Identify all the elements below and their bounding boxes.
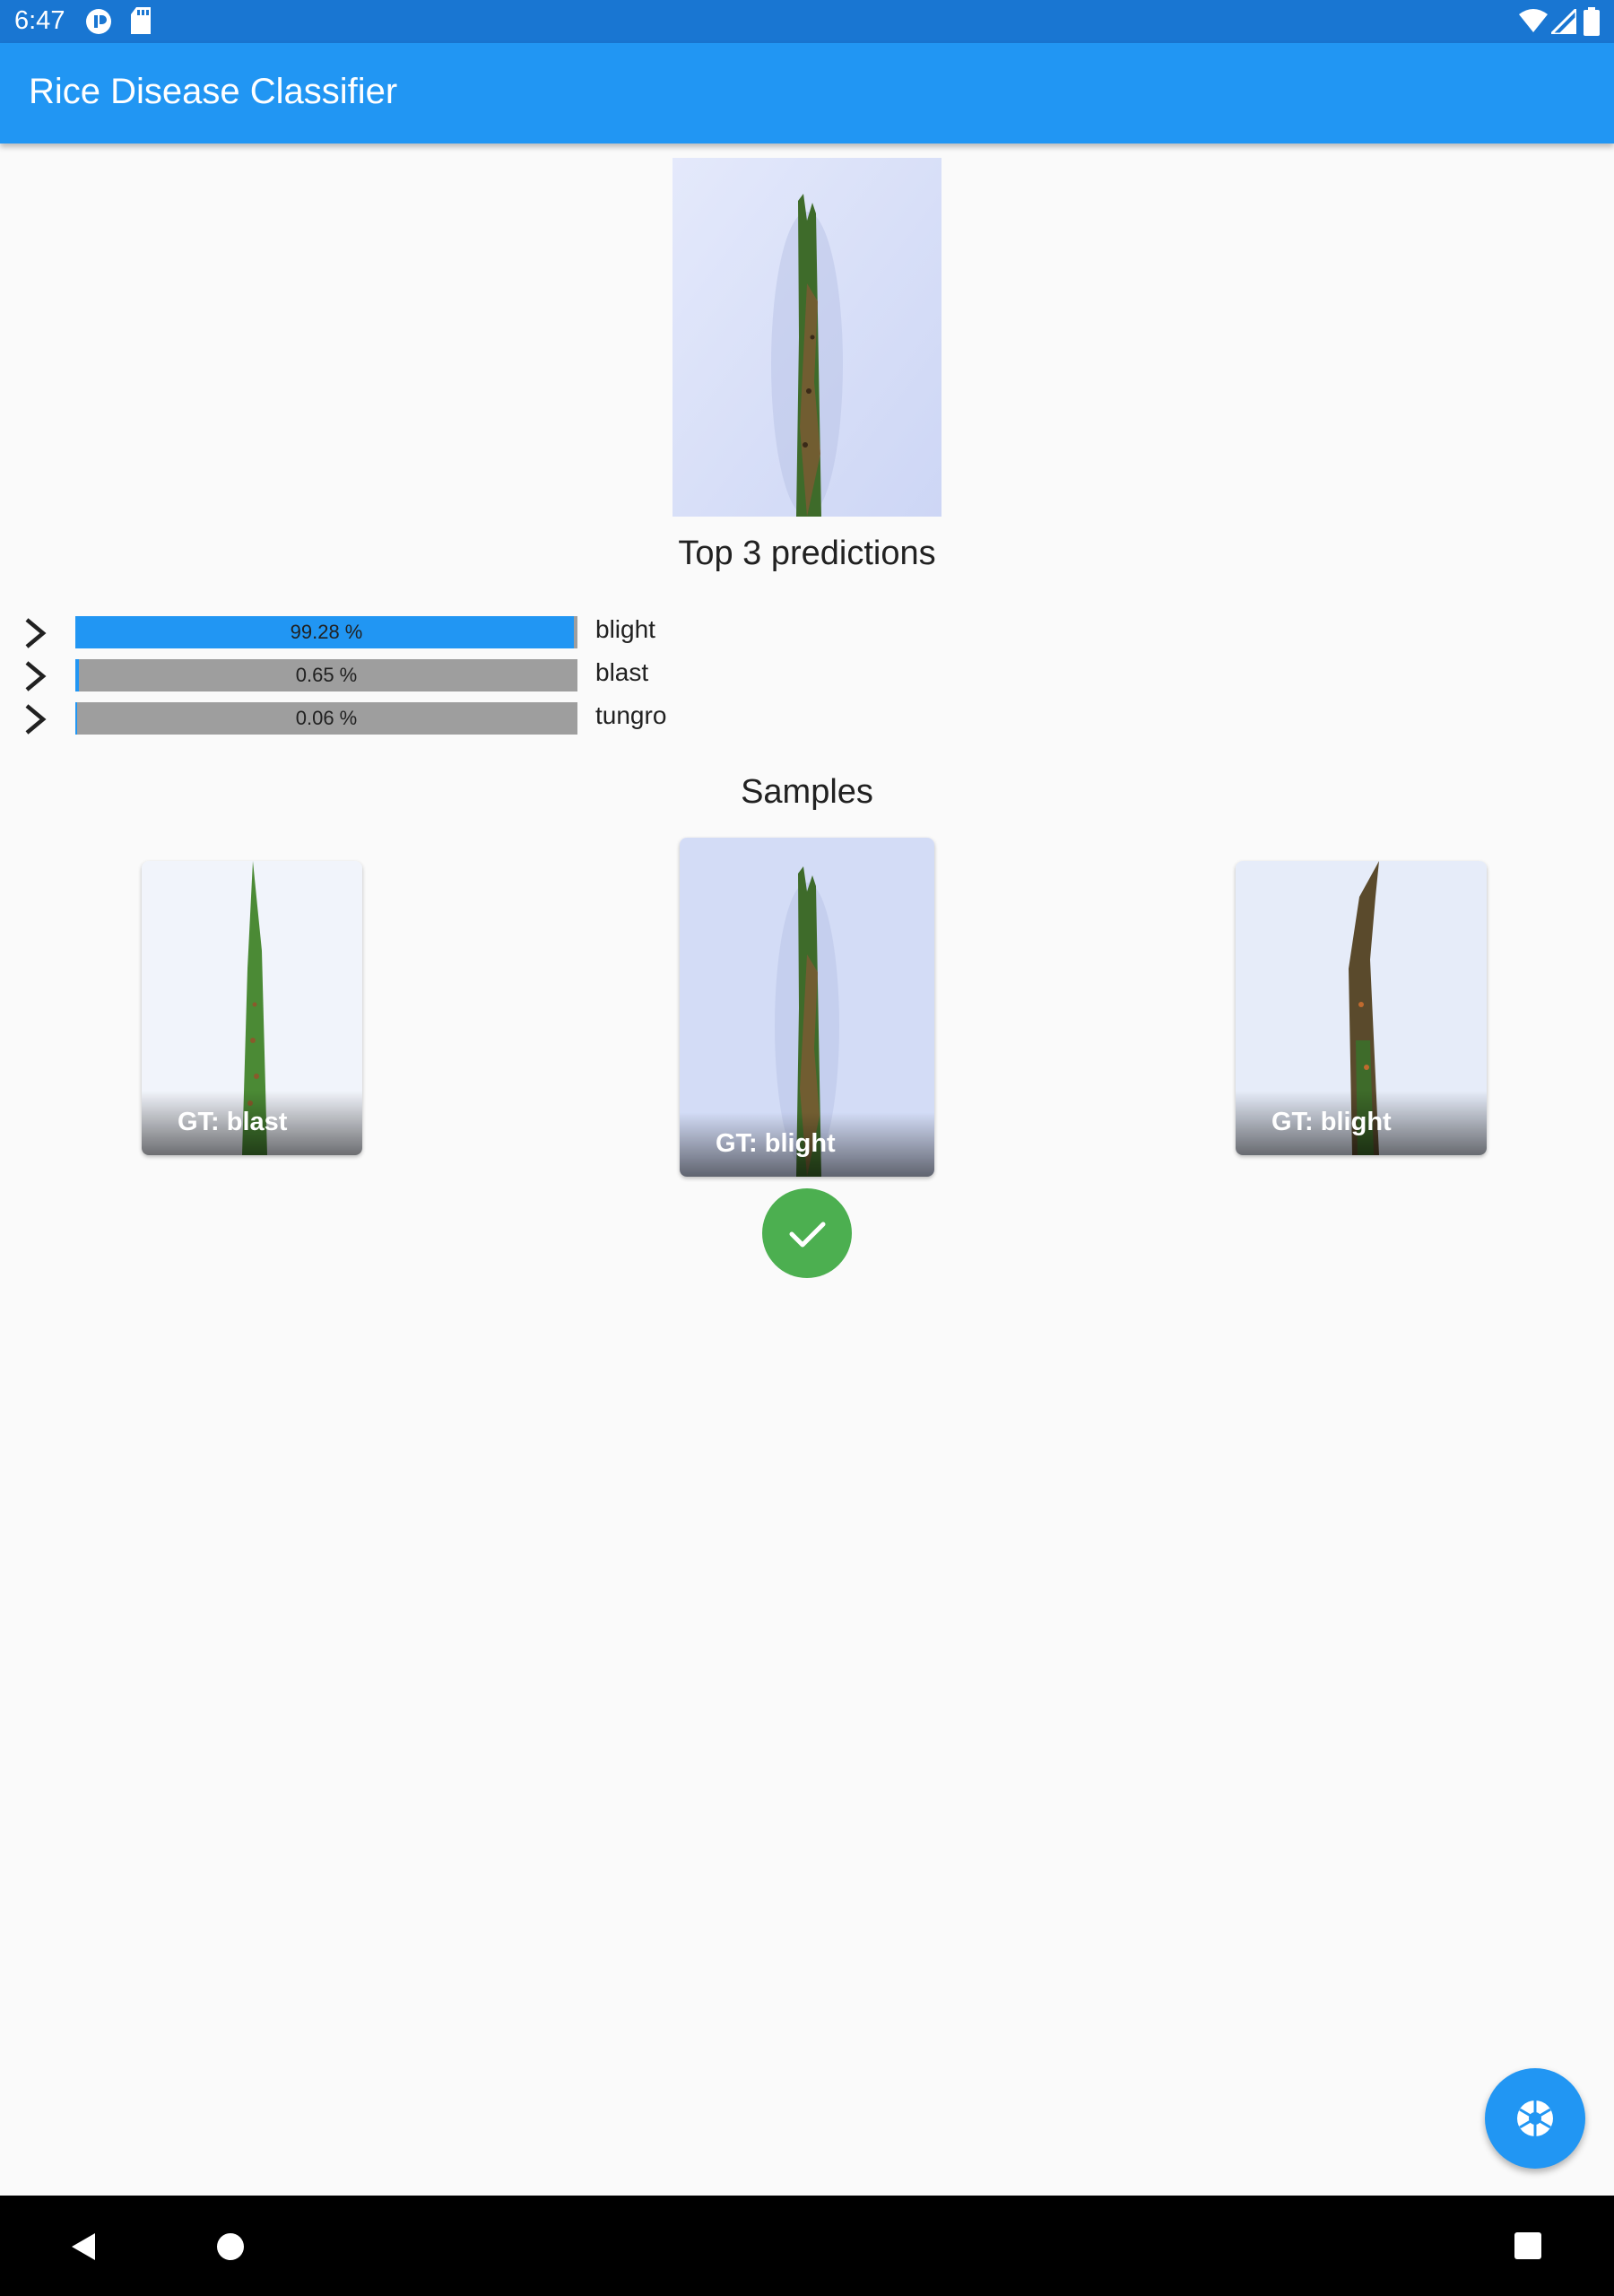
prediction-row[interactable]: 0.06 % tungro [0,698,897,741]
wifi-icon [1519,9,1548,32]
prediction-bar: 0.65 % [75,659,577,691]
prediction-bar: 99.28 % [75,616,577,648]
status-time: 6:47 [14,6,65,35]
prediction-bar: 0.06 % [75,702,577,735]
recents-icon[interactable] [1514,2231,1542,2260]
sample-caption-text: GT: blast [178,1108,288,1136]
prediction-label: blight [595,615,655,643]
prediction-label: tungro [595,701,667,729]
sample-card-blight[interactable]: GT: blight [1236,861,1487,1155]
sample-caption-text: GT: blight [716,1129,836,1158]
sample-caption: GT: blight [680,1112,934,1177]
sd-card-icon [131,7,151,34]
navigation-bar [0,2196,1614,2296]
status-bar: 6:47 [0,0,1614,43]
chevron-right-icon[interactable] [20,617,52,649]
camera-shutter-icon [1517,2100,1553,2136]
prediction-value: 0.06 % [295,707,358,729]
back-icon[interactable] [68,2231,99,2262]
media-icon [86,9,111,34]
battery-icon [1584,7,1600,36]
analyzed-leaf-image [672,158,941,517]
prediction-value: 99.28 % [290,621,363,643]
app-title: Rice Disease Classifier [29,72,398,111]
signal-icon [1551,9,1576,34]
predictions-title: Top 3 predictions [678,535,936,572]
check-icon [789,1222,826,1248]
app-bar: Rice Disease Classifier [0,43,1614,144]
sample-caption: GT: blight [1236,1091,1487,1155]
prediction-value: 0.65 % [295,664,358,686]
samples-title: Samples [741,773,873,811]
sample-caption: GT: blast [142,1091,362,1155]
prediction-row[interactable]: 99.28 % blight [0,612,897,655]
prediction-label: blast [595,658,649,686]
correct-prediction-badge [762,1188,852,1278]
chevron-right-icon[interactable] [20,703,52,735]
home-icon[interactable] [215,2231,246,2262]
sample-caption-text: GT: blight [1271,1108,1392,1136]
sample-card-blight-selected[interactable]: GT: blight [680,838,934,1177]
capture-image-button[interactable] [1485,2068,1585,2169]
sample-card-blast[interactable]: GT: blast [142,861,362,1155]
chevron-right-icon[interactable] [20,660,52,692]
prediction-row[interactable]: 0.65 % blast [0,655,897,698]
